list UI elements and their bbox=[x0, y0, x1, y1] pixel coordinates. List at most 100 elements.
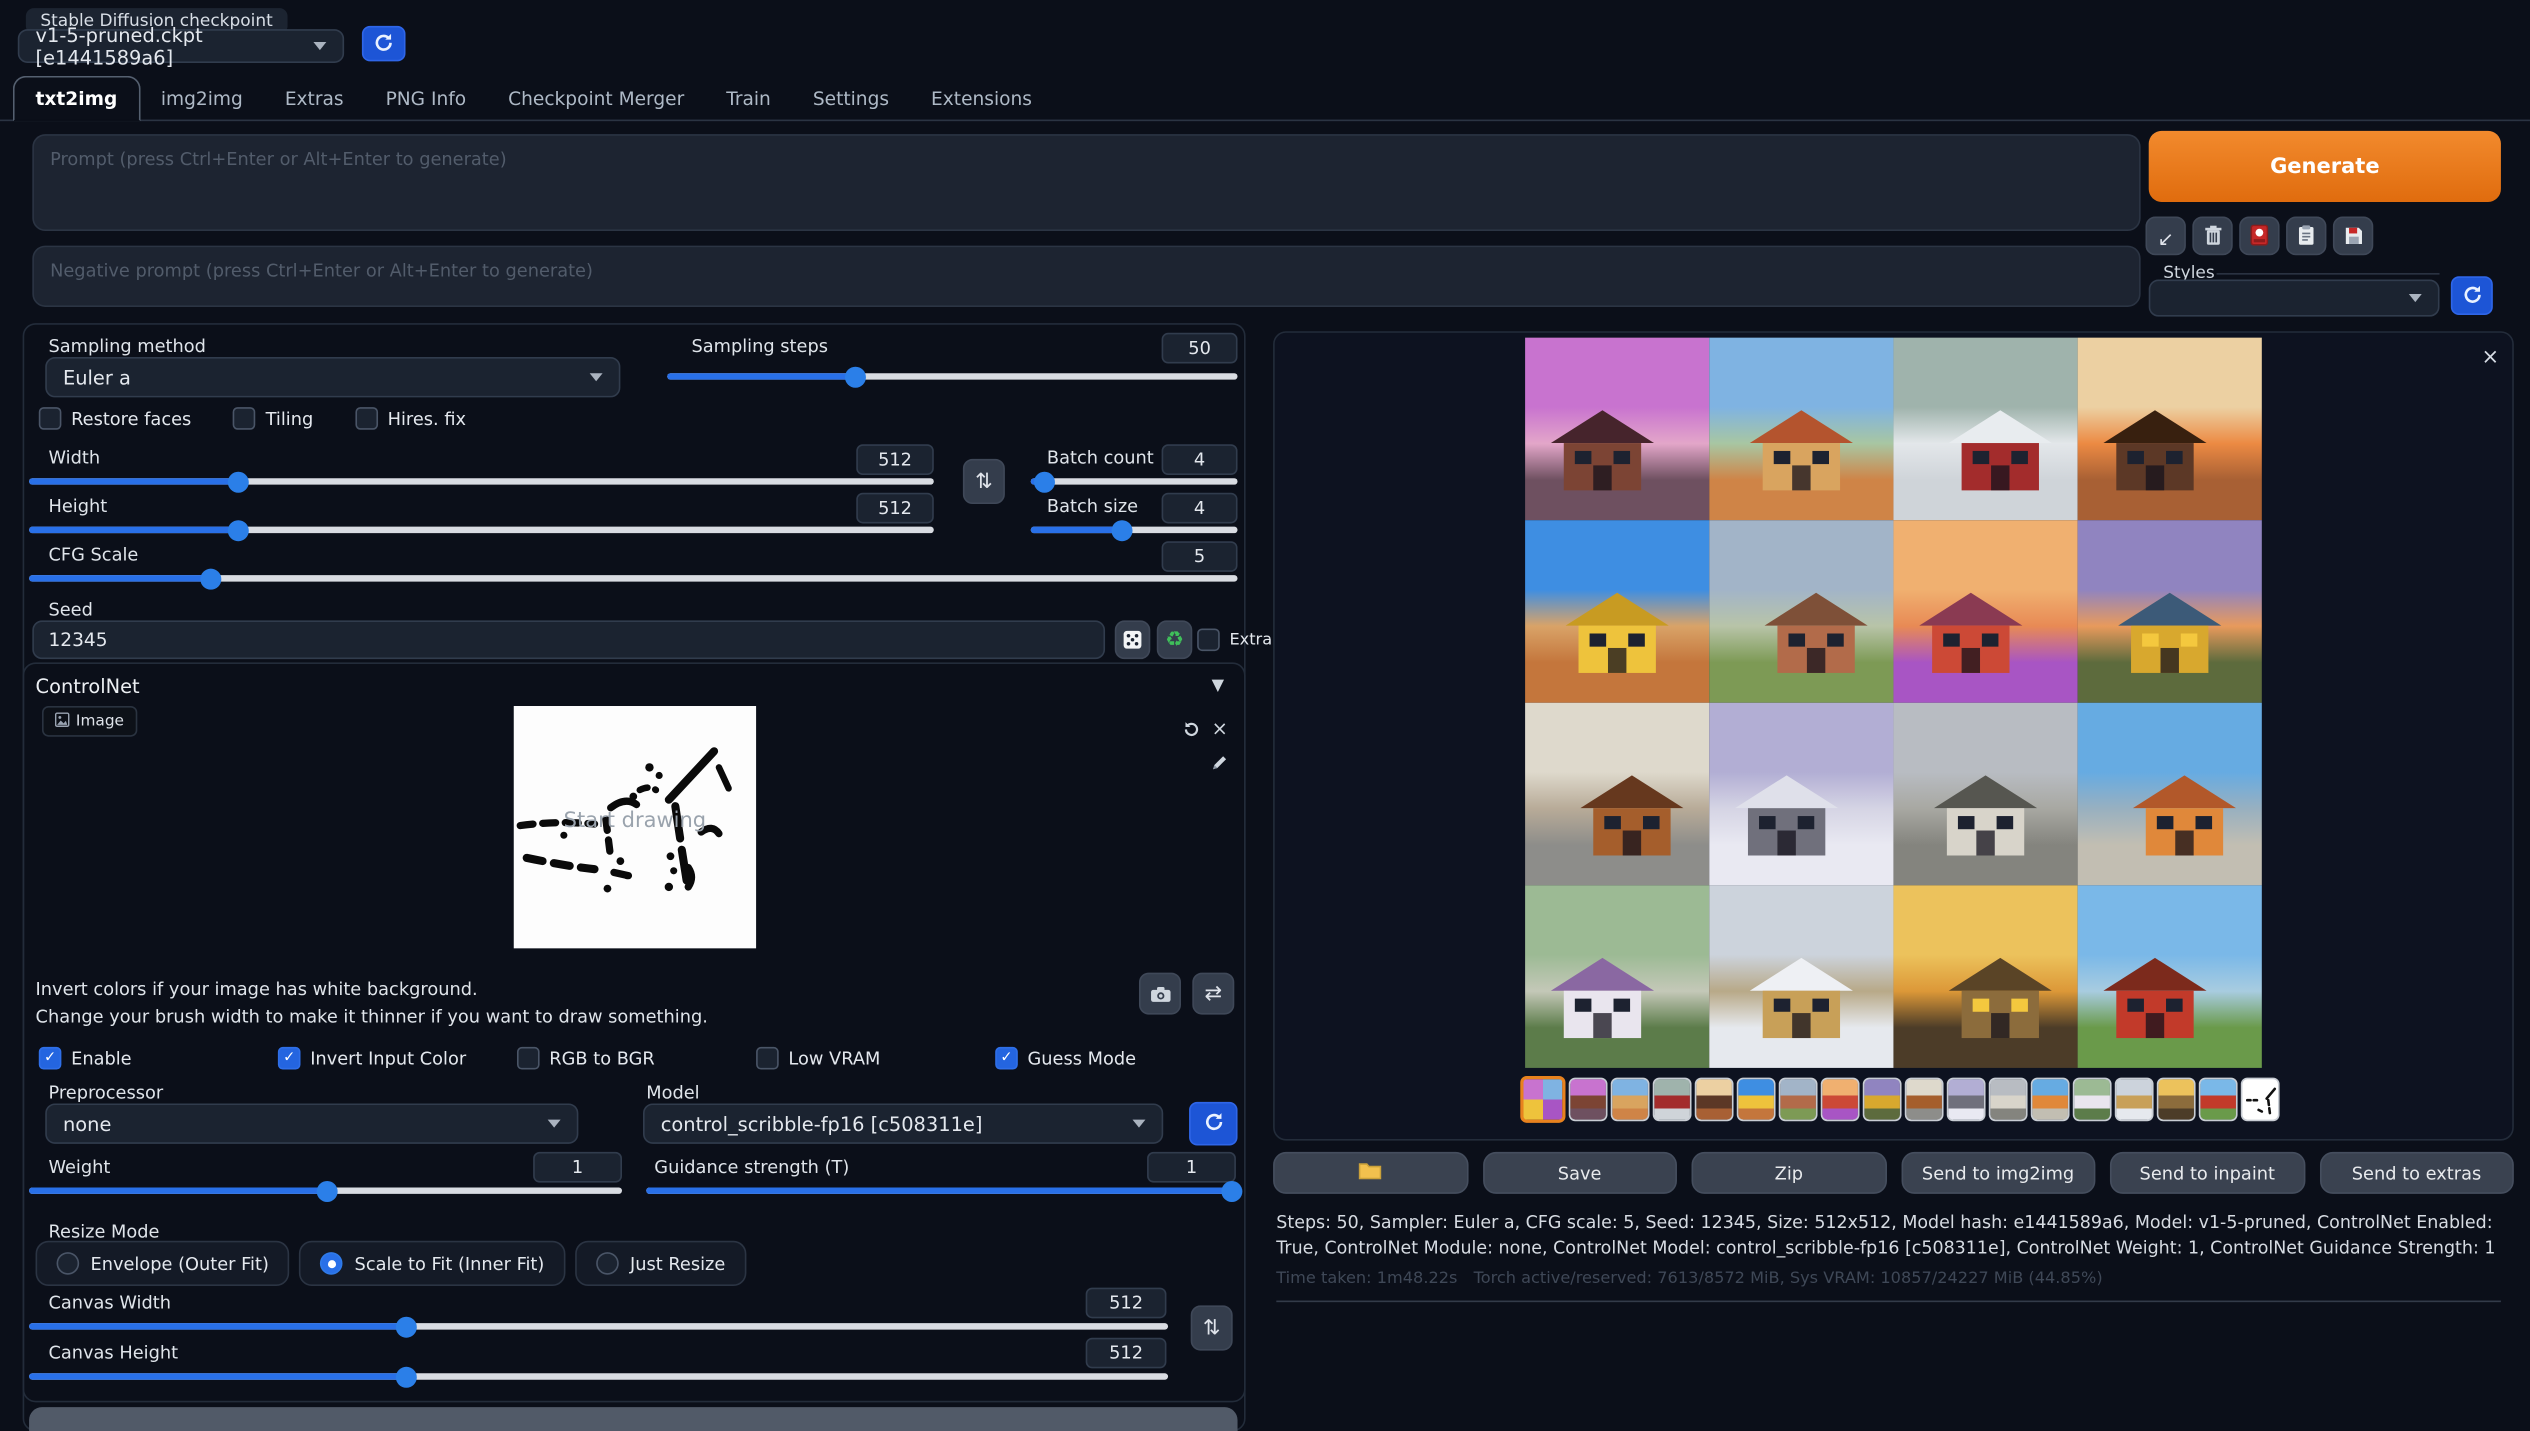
tab-txt2img[interactable]: txt2img bbox=[13, 76, 140, 121]
checkpoint-dropdown[interactable]: v1-5-pruned.ckpt [e1441589a6] bbox=[18, 29, 344, 63]
thumbnail-image-1[interactable] bbox=[1569, 1077, 1608, 1121]
checkbox-checked[interactable]: ✓ bbox=[995, 1047, 1018, 1070]
controlnet-weight-slider[interactable] bbox=[29, 1179, 622, 1202]
collapsed-section-bar[interactable] bbox=[29, 1407, 1237, 1431]
swap-width-height-button[interactable]: ⇅ bbox=[963, 459, 1005, 504]
thumbnail-image-15[interactable] bbox=[2157, 1077, 2196, 1121]
width-slider[interactable] bbox=[29, 470, 934, 493]
thumbnail-image-10[interactable] bbox=[1947, 1077, 1986, 1121]
generated-image-16[interactable] bbox=[2078, 885, 2262, 1068]
toggle-rgb-to-bgr[interactable]: RGB to BGR bbox=[517, 1047, 756, 1070]
send-to-img2img-button[interactable]: Send to img2img bbox=[1901, 1152, 2096, 1194]
radio-unselected[interactable] bbox=[596, 1252, 619, 1275]
thumbnail-image-12[interactable] bbox=[2031, 1077, 2070, 1121]
random-seed-button[interactable] bbox=[1115, 620, 1151, 659]
preprocessor-dropdown[interactable]: none bbox=[45, 1103, 578, 1143]
resize-option-envelope-outer-fit-[interactable]: Envelope (Outer Fit) bbox=[36, 1241, 290, 1286]
generated-image-2[interactable] bbox=[1709, 338, 1893, 521]
height-slider[interactable] bbox=[29, 519, 934, 542]
thumbnail-grid-montage[interactable] bbox=[1520, 1075, 1565, 1122]
toggle-guess-mode[interactable]: ✓Guess Mode bbox=[995, 1047, 1234, 1070]
negative-prompt-input[interactable] bbox=[34, 247, 2139, 305]
checkbox-unchecked[interactable] bbox=[517, 1047, 540, 1070]
apply-style-button[interactable] bbox=[2286, 216, 2326, 255]
sampling-method-dropdown[interactable]: Euler a bbox=[45, 357, 620, 397]
guidance-strength-slider[interactable] bbox=[646, 1179, 1237, 1202]
thumbnail-image-9[interactable] bbox=[1905, 1077, 1944, 1121]
thumbnail-image-16[interactable] bbox=[2199, 1077, 2238, 1121]
thumbnail-image-11[interactable] bbox=[1989, 1077, 2028, 1121]
checkpoint-refresh-button[interactable] bbox=[362, 26, 406, 62]
checkbox-checked[interactable]: ✓ bbox=[39, 1047, 62, 1070]
controlnet-canvas[interactable]: Start drawing bbox=[514, 706, 756, 948]
prompt-input[interactable] bbox=[34, 136, 2139, 230]
generated-image-15[interactable] bbox=[1893, 885, 2077, 1068]
seed-extra-toggle[interactable]: Extra bbox=[1197, 628, 1272, 651]
send-to-inpaint-button[interactable]: Send to inpaint bbox=[2110, 1152, 2305, 1194]
generated-image-9[interactable] bbox=[1525, 703, 1709, 886]
toggle-hires-fix[interactable]: Hires. fix bbox=[355, 407, 466, 430]
generate-button[interactable]: Generate bbox=[2149, 131, 2501, 202]
checkbox-checked[interactable]: ✓ bbox=[278, 1047, 301, 1070]
canvas-undo-button[interactable] bbox=[1178, 716, 1204, 742]
checkbox-unchecked[interactable] bbox=[39, 407, 62, 430]
open-folder-button[interactable] bbox=[1273, 1152, 1468, 1194]
tab-extensions[interactable]: Extensions bbox=[910, 78, 1053, 120]
resize-option-scale-to-fit-inner-fit-[interactable]: Scale to Fit (Inner Fit) bbox=[300, 1241, 566, 1286]
negative-prompt-box[interactable] bbox=[32, 246, 2140, 307]
checkbox-unchecked[interactable] bbox=[233, 407, 256, 430]
checkbox-unchecked[interactable] bbox=[355, 407, 378, 430]
radio-selected[interactable] bbox=[321, 1252, 344, 1275]
tab-png-info[interactable]: PNG Info bbox=[365, 78, 488, 120]
extra-networks-button[interactable] bbox=[2239, 216, 2279, 255]
resize-option-just-resize[interactable]: Just Resize bbox=[575, 1241, 746, 1286]
reuse-seed-button[interactable]: ♻ bbox=[1157, 620, 1193, 659]
zip-button[interactable]: Zip bbox=[1692, 1152, 1887, 1194]
gallery-close-button[interactable]: × bbox=[2482, 346, 2500, 370]
toggle-invert-input-color[interactable]: ✓Invert Input Color bbox=[278, 1047, 517, 1070]
seed-input[interactable]: 12345 bbox=[32, 620, 1105, 659]
canvas-height-slider[interactable] bbox=[29, 1365, 1168, 1388]
read-params-button[interactable]: ↙ bbox=[2145, 216, 2185, 255]
thumbnail-image-4[interactable] bbox=[1695, 1077, 1734, 1121]
thumbnail-image-7[interactable] bbox=[1821, 1077, 1860, 1121]
generated-image-10[interactable] bbox=[1709, 703, 1893, 886]
save-button[interactable]: Save bbox=[1482, 1152, 1677, 1194]
canvas-clear-button[interactable]: × bbox=[1207, 716, 1233, 742]
canvas-width-slider[interactable] bbox=[29, 1315, 1168, 1338]
generated-image-5[interactable] bbox=[1525, 520, 1709, 703]
toggle-restore-faces[interactable]: Restore faces bbox=[39, 407, 192, 430]
canvas-brush-button[interactable] bbox=[1207, 748, 1233, 774]
send-to-extras-button[interactable]: Send to extras bbox=[2319, 1152, 2514, 1194]
guidance-strength-input[interactable]: 1 bbox=[1147, 1152, 1236, 1183]
controlnet-collapse-button[interactable]: ▼ bbox=[1212, 677, 1224, 695]
controlnet-model-refresh-button[interactable] bbox=[1189, 1102, 1237, 1146]
tab-train[interactable]: Train bbox=[705, 78, 792, 120]
controlnet-weight-input[interactable]: 1 bbox=[533, 1152, 622, 1183]
tab-extras[interactable]: Extras bbox=[264, 78, 365, 120]
generated-image-1[interactable] bbox=[1525, 338, 1709, 521]
save-style-button[interactable] bbox=[2333, 216, 2373, 255]
checkbox-unchecked[interactable] bbox=[756, 1047, 779, 1070]
cfg-scale-slider[interactable] bbox=[29, 567, 1237, 590]
thumbnail-image-2[interactable] bbox=[1611, 1077, 1650, 1121]
webcam-button[interactable] bbox=[1139, 973, 1181, 1015]
thumbnail-image-8[interactable] bbox=[1863, 1077, 1902, 1121]
mirror-webcam-button[interactable]: ⇄ bbox=[1192, 973, 1234, 1015]
swap-canvas-dims-button[interactable]: ⇅ bbox=[1191, 1305, 1233, 1350]
trash-button[interactable] bbox=[2192, 216, 2232, 255]
extra-checkbox[interactable] bbox=[1197, 628, 1220, 651]
tab-img2img[interactable]: img2img bbox=[140, 78, 264, 120]
generated-image-6[interactable] bbox=[1709, 520, 1893, 703]
generated-image-12[interactable] bbox=[2078, 703, 2262, 886]
prompt-box[interactable] bbox=[32, 134, 2140, 231]
generated-image-14[interactable] bbox=[1709, 885, 1893, 1068]
generated-image-7[interactable] bbox=[1893, 520, 2077, 703]
thumbnail-scribble-map[interactable] bbox=[2241, 1077, 2280, 1121]
toggle-enable[interactable]: ✓Enable bbox=[39, 1047, 278, 1070]
controlnet-image-tab[interactable]: Image bbox=[42, 706, 137, 737]
thumbnail-image-6[interactable] bbox=[1779, 1077, 1818, 1121]
tab-checkpoint-merger[interactable]: Checkpoint Merger bbox=[487, 78, 705, 120]
generated-image-11[interactable] bbox=[1893, 703, 2077, 886]
canvas-width-input[interactable]: 512 bbox=[1086, 1288, 1167, 1319]
